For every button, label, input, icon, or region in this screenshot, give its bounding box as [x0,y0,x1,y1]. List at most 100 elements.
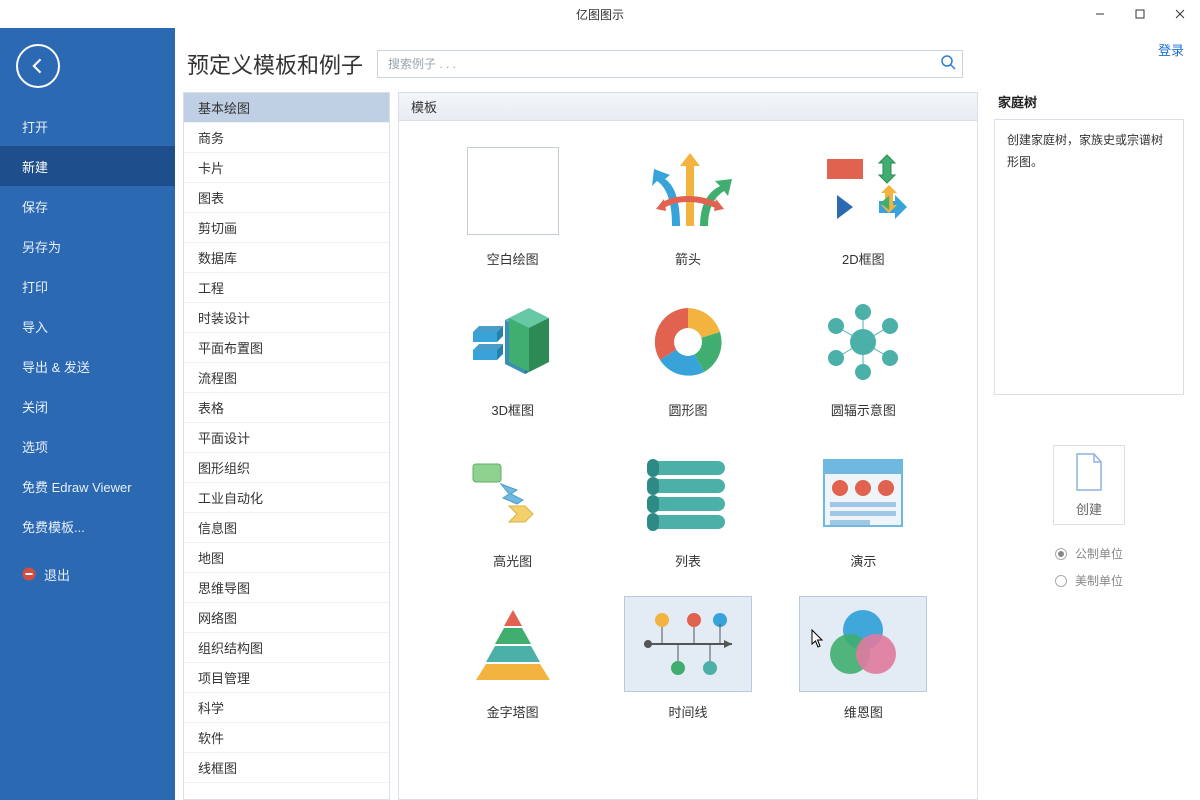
template-card[interactable]: 2D框图 [780,143,947,268]
close-button[interactable] [1160,0,1200,28]
template-label: 金字塔图 [487,702,539,721]
template-label: 箭头 [675,249,701,268]
template-thumb-presentation [799,445,927,541]
category-list: 基本绘图商务卡片图表剪切画数据库工程时装设计平面布置图流程图表格平面设计图形组织… [183,92,390,800]
template-thumb-venn [799,596,927,692]
category-item[interactable]: 卡片 [184,153,389,183]
template-card[interactable]: 圆形图 [604,294,771,419]
category-item[interactable]: 线框图 [184,753,389,783]
template-card[interactable]: 箭头 [604,143,771,268]
templates-header: 模板 [399,93,977,121]
sidebar-item-2[interactable]: 保存 [0,186,175,226]
category-item[interactable]: 地图 [184,543,389,573]
search-icon[interactable] [940,54,956,75]
template-label: 2D框图 [842,249,885,268]
category-item[interactable]: 网络图 [184,603,389,633]
template-label: 列表 [675,551,701,570]
templates-panel: 模板 空白绘图 箭头 2D框图 3D框图 圆形图 圆辐示意图高光图 列表 演示金字塔图 时间线 维… [398,92,978,800]
category-item[interactable]: 图形组织 [184,453,389,483]
category-item[interactable]: 商务 [184,123,389,153]
template-thumb-2dblock [799,143,927,239]
sidebar-item-7[interactable]: 关闭 [0,386,175,426]
category-item[interactable]: 剪切画 [184,213,389,243]
sidebar-item-8[interactable]: 选项 [0,426,175,466]
sidebar-item-3[interactable]: 另存为 [0,226,175,266]
sidebar-item-6[interactable]: 导出 & 发送 [0,346,175,386]
create-label: 创建 [1076,499,1102,518]
category-item[interactable]: 思维导图 [184,573,389,603]
template-card[interactable]: 金字塔图 [429,596,596,721]
template-thumb-pyramid [449,596,577,692]
maximize-button[interactable] [1120,0,1160,28]
category-item[interactable]: 信息图 [184,513,389,543]
category-item[interactable]: 工程 [184,273,389,303]
template-label: 空白绘图 [487,249,539,268]
search-input[interactable] [388,57,940,71]
template-thumb-highlight [449,445,577,541]
search-box[interactable] [377,50,963,78]
template-label: 高光图 [493,551,532,570]
sidebar-item-5[interactable]: 导入 [0,306,175,346]
radio-icon [1055,575,1067,587]
sidebar-item-9[interactable]: 免费 Edraw Viewer [0,466,175,506]
template-thumb-timeline [624,596,752,692]
category-item[interactable]: 软件 [184,723,389,753]
category-item[interactable]: 流程图 [184,363,389,393]
sidebar: 打开新建保存另存为打印导入导出 & 发送关闭选项免费 Edraw Viewer免… [0,28,175,800]
template-label: 时间线 [668,702,707,721]
sidebar-item-1[interactable]: 新建 [0,146,175,186]
document-icon [1074,453,1104,491]
template-card[interactable]: 演示 [780,445,947,570]
category-item[interactable]: 组织结构图 [184,633,389,663]
sidebar-item-4[interactable]: 打印 [0,266,175,306]
category-item[interactable]: 数据库 [184,243,389,273]
category-item[interactable]: 科学 [184,693,389,723]
sidebar-item-exit[interactable]: 退出 [0,554,175,594]
category-item[interactable]: 基本绘图 [184,93,389,123]
template-thumb-3dblock [449,294,577,390]
template-card[interactable]: 高光图 [429,445,596,570]
category-item[interactable]: 平面设计 [184,423,389,453]
template-card[interactable]: 空白绘图 [429,143,596,268]
template-card[interactable]: 圆辐示意图 [780,294,947,419]
title-bar: 亿图图示 [0,0,1200,28]
radio-label: 美制单位 [1075,572,1123,589]
template-card[interactable]: 列表 [604,445,771,570]
template-card[interactable]: 3D框图 [429,294,596,419]
template-thumb-arrows [624,143,752,239]
sidebar-item-10[interactable]: 免费模板... [0,506,175,546]
app-title: 亿图图示 [576,6,624,23]
create-button[interactable]: 创建 [1053,445,1125,525]
template-thumb-list [624,445,752,541]
preview-description: 创建家庭树，家族史或宗谱树形图。 [994,119,1184,395]
sidebar-item-0[interactable]: 打开 [0,106,175,146]
template-label: 圆辐示意图 [831,400,896,419]
category-item[interactable]: 时装设计 [184,303,389,333]
template-label: 圆形图 [668,400,707,419]
category-item[interactable]: 工业自动化 [184,483,389,513]
page-heading: 预定义模板和例子 [187,48,363,80]
template-card[interactable]: 维恩图 [780,596,947,721]
minimize-button[interactable] [1080,0,1120,28]
exit-icon [22,567,36,581]
preview-title: 家庭树 [994,92,1184,111]
login-link[interactable]: 登录 [1158,40,1184,59]
category-item[interactable]: 平面布置图 [184,333,389,363]
radio-label: 公制单位 [1075,545,1123,562]
template-label: 演示 [850,551,876,570]
back-button[interactable] [16,44,60,88]
template-thumb-circle [624,294,752,390]
template-label: 维恩图 [844,702,883,721]
category-item[interactable]: 表格 [184,393,389,423]
template-thumb-radial [799,294,927,390]
category-item[interactable]: 项目管理 [184,663,389,693]
template-label: 3D框图 [491,400,534,419]
unit-radio-0[interactable]: 公制单位 [1055,545,1123,562]
category-item[interactable]: 图表 [184,183,389,213]
template-thumb-blank [449,143,577,239]
radio-icon [1055,548,1067,560]
template-card[interactable]: 时间线 [604,596,771,721]
unit-radio-1[interactable]: 美制单位 [1055,572,1123,589]
right-panel: 家庭树 创建家庭树，家族史或宗谱树形图。 创建 公制单位美制单位 [986,92,1192,800]
exit-label: 退出 [44,565,70,584]
